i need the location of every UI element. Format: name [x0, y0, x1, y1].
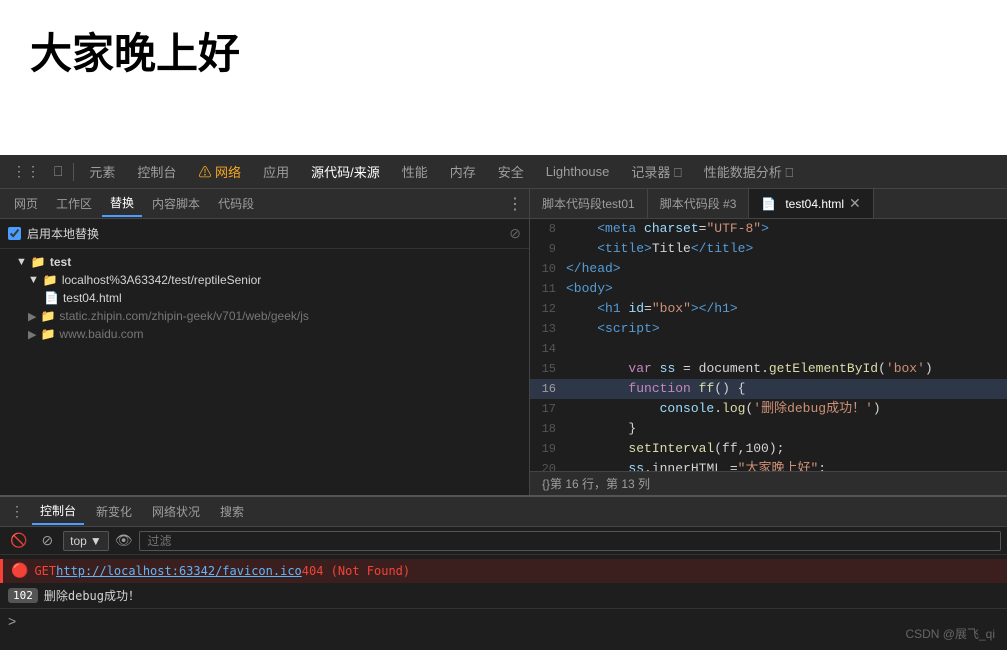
console-tab-search[interactable]: 搜索: [212, 499, 252, 524]
folder-icon: 📁: [31, 255, 46, 269]
console-log-message: 102 删除debug成功！: [0, 583, 1007, 608]
code-line-16: 16 function ff() {: [530, 379, 1007, 399]
right-panel: 脚本代码段test01 脚本代码段 #3 📄 test04.html ✕ 8 <…: [530, 189, 1007, 495]
enable-overrides-checkbox[interactable]: [8, 227, 21, 240]
tree-arrow-down-icon: ▼: [16, 256, 27, 268]
sub-tab-workspace[interactable]: 工作区: [48, 191, 100, 216]
console-settings-icon[interactable]: ⊘: [37, 530, 57, 551]
toolbar-separator: [73, 163, 74, 181]
cursor-position-text: 第 16 行，第 13 列: [550, 475, 650, 492]
sub-toolbar-more-icon[interactable]: ⋮: [507, 194, 523, 214]
console-error-message: 🔴 GET http://localhost:63342/favicon.ico…: [0, 559, 1007, 583]
code-line: 13 <script>: [530, 319, 1007, 339]
error-icon: 🔴: [11, 563, 28, 579]
eye-icon[interactable]: 👁: [115, 532, 133, 549]
tab-memory[interactable]: 内存: [440, 158, 486, 185]
tab-lighthouse[interactable]: Lighthouse: [536, 160, 620, 183]
sub-tab-webpage[interactable]: 网页: [6, 191, 46, 216]
tab-network[interactable]: ⚠ 网络: [188, 158, 251, 185]
console-panel: ⋮ 控制台 新变化 网络状况 搜索 🚫 ⊘ top ▼ 👁 🔴 GET http…: [0, 495, 1007, 650]
console-tab-console[interactable]: 控制台: [32, 498, 84, 525]
tab-elements[interactable]: 元素: [79, 158, 125, 185]
code-line: 14: [530, 339, 1007, 359]
editor-tab-snippet03[interactable]: 脚本代码段 #3: [648, 189, 750, 219]
tree-item-test04[interactable]: 📄 test04.html: [0, 289, 529, 307]
file-icon: 📄: [44, 291, 59, 305]
sub-toolbar: 网页 工作区 替换 内容脚本 代码段 ⋮: [0, 189, 529, 219]
console-tab-network-conditions[interactable]: 网络状况: [144, 499, 208, 524]
tree-item-localhost[interactable]: ▼ 📁 localhost%3A63342/test/reptileSenior: [0, 271, 529, 289]
tab-perf-insights[interactable]: 性能数据分析 ⎕: [694, 158, 803, 185]
console-menu-icon[interactable]: ⋮: [6, 501, 28, 522]
console-input-row: >: [0, 608, 1007, 633]
tab-performance[interactable]: 性能: [392, 158, 438, 185]
browser-page: 大家晚上好: [0, 0, 1007, 155]
cursor-position: {}: [542, 477, 550, 491]
clear-overrides-icon[interactable]: ⊘: [509, 225, 521, 242]
code-line: 10 </head>: [530, 259, 1007, 279]
page-title: 大家晚上好: [30, 20, 240, 81]
devtools: ⋮⋮ ⎕ 元素 控制台 ⚠ 网络 应用 源代码/来源 性能 内存 安全 Ligh…: [0, 155, 1007, 650]
code-line: 15 var ss = document.getElementById('box…: [530, 359, 1007, 379]
checkbox-bar: 启用本地替换 ⊘: [0, 219, 529, 249]
code-line: 9 <title>Title</title>: [530, 239, 1007, 259]
log-text: 删除debug成功！: [44, 587, 140, 604]
file-tab-icon: 📄: [761, 197, 776, 211]
status-bar: {} 第 16 行，第 13 列: [530, 471, 1007, 495]
code-line: 17 console.log('删除debug成功！'): [530, 399, 1007, 419]
code-line: 19 setInterval(ff,100);: [530, 439, 1007, 459]
sub-tab-content-scripts[interactable]: 内容脚本: [144, 191, 208, 216]
tab-close-icon[interactable]: ✕: [849, 195, 861, 212]
tree-arrow-right-icon2: ▶: [28, 328, 36, 341]
editor-tab-snippet01[interactable]: 脚本代码段test01: [530, 189, 648, 219]
tree-arrow-right-icon: ▶: [28, 310, 36, 323]
code-line: 12 <h1 id="box"></h1>: [530, 299, 1007, 319]
code-line: 20 ss.innerHTML ="大家晚上好";: [530, 459, 1007, 471]
console-filter-input[interactable]: [139, 531, 1001, 551]
folder-icon3: 📁: [40, 309, 55, 323]
clear-console-icon[interactable]: 🚫: [6, 530, 31, 551]
tree-item-static-zhipin[interactable]: ▶ 📁 static.zhipin.com/zhipin-geek/v701/w…: [0, 307, 529, 325]
devtools-main: 网页 工作区 替换 内容脚本 代码段 ⋮ 启用本地替换 ⊘ ▼ 📁: [0, 189, 1007, 495]
tab-console[interactable]: 控制台: [127, 158, 186, 185]
error-text-before: GET: [34, 564, 56, 578]
top-level-filter[interactable]: top ▼: [63, 531, 109, 551]
enable-overrides-label: 启用本地替换: [27, 225, 99, 242]
sub-tab-snippets[interactable]: 代码段: [210, 191, 262, 216]
code-line: 11 <body>: [530, 279, 1007, 299]
tree-item-baidu[interactable]: ▶ 📁 www.baidu.com: [0, 325, 529, 343]
editor-tabs: 脚本代码段test01 脚本代码段 #3 📄 test04.html ✕: [530, 189, 1007, 219]
tree-item-test[interactable]: ▼ 📁 test: [0, 253, 529, 271]
tab-recorder[interactable]: 记录器 ⎕: [621, 158, 691, 185]
code-area[interactable]: 8 <meta charset="UTF-8"> 9 <title>Title<…: [530, 219, 1007, 471]
error-text-after: 404 (Not Found): [302, 564, 410, 578]
devtools-toolbar: ⋮⋮ ⎕ 元素 控制台 ⚠ 网络 应用 源代码/来源 性能 内存 安全 Ligh…: [0, 155, 1007, 189]
editor-tab-test04[interactable]: 📄 test04.html ✕: [749, 189, 873, 219]
top-filter-label: top: [70, 534, 87, 548]
tab-sources[interactable]: 源代码/来源: [301, 158, 390, 185]
console-filter-bar: 🚫 ⊘ top ▼ 👁: [0, 527, 1007, 555]
left-panel: 网页 工作区 替换 内容脚本 代码段 ⋮ 启用本地替换 ⊘ ▼ 📁: [0, 189, 530, 495]
top-filter-arrow: ▼: [90, 534, 102, 548]
folder-icon2: 📁: [43, 273, 58, 287]
tab-application[interactable]: 应用: [253, 158, 299, 185]
watermark: CSDN @展飞_qi: [905, 625, 995, 642]
error-link[interactable]: http://localhost:63342/favicon.ico: [56, 564, 302, 578]
code-line: 8 <meta charset="UTF-8">: [530, 219, 1007, 239]
sub-tab-overrides[interactable]: 替换: [102, 190, 142, 217]
console-prompt-icon: >: [8, 613, 16, 629]
devtools-dots-icon[interactable]: ⋮⋮: [6, 159, 46, 184]
code-line: 18 }: [530, 419, 1007, 439]
log-count-badge: 102: [8, 588, 38, 603]
devtools-inspect-icon[interactable]: ⎕: [48, 159, 68, 184]
tree-arrow-down-icon2: ▼: [28, 274, 39, 286]
folder-icon4: 📁: [40, 327, 55, 341]
console-messages: 🔴 GET http://localhost:63342/favicon.ico…: [0, 555, 1007, 650]
console-toolbar: ⋮ 控制台 新变化 网络状况 搜索: [0, 497, 1007, 527]
console-tab-changes[interactable]: 新变化: [88, 499, 140, 524]
tab-security[interactable]: 安全: [488, 158, 534, 185]
file-tree: ▼ 📁 test ▼ 📁 localhost%3A63342/test/rept…: [0, 249, 529, 495]
